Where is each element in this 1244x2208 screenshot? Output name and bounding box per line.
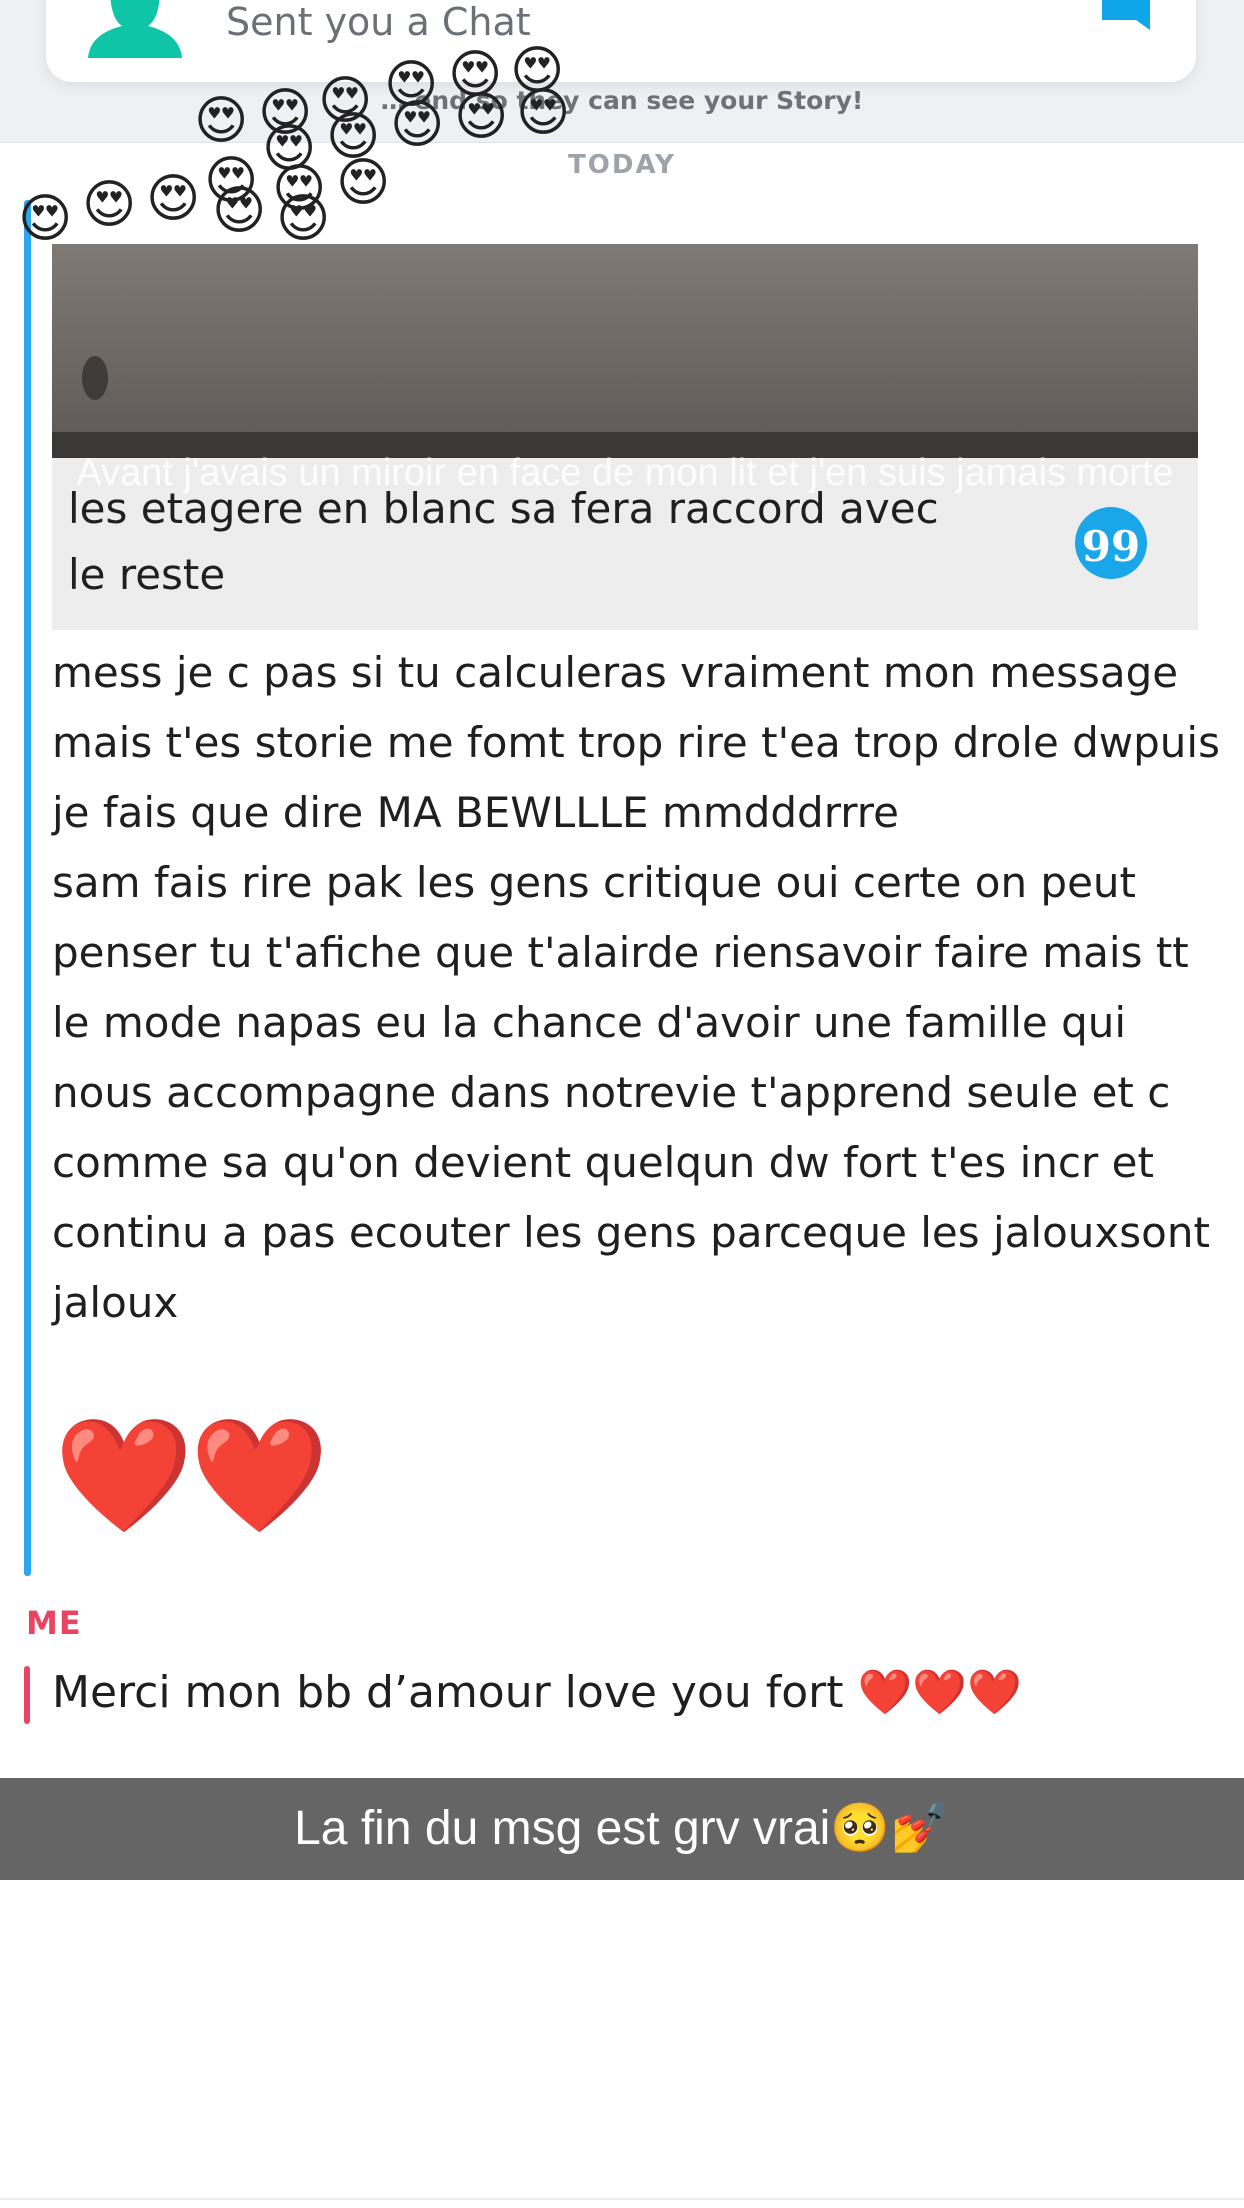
story-reply-text: les etagere en blanc sa fera raccord ave… xyxy=(68,484,939,599)
heart-eyes-emoji: 😍 xyxy=(146,169,201,229)
friend-message-bar xyxy=(24,200,31,1576)
chat-bubble-icon[interactable] xyxy=(1102,0,1150,30)
story-photo-object xyxy=(82,356,108,400)
story-share-banner[interactable]: … end so they can see your Story! xyxy=(0,86,1244,115)
my-chat-message[interactable]: Merci mon bb d’amour love you fort ❤️❤️❤… xyxy=(52,1662,1022,1724)
friend-chat-message[interactable]: mess je c pas si tu calculeras vraiment … xyxy=(52,638,1232,1338)
overlay-caption-text: La fin du msg est grv vrai🥺💅 xyxy=(294,1802,950,1855)
hearts-emoji-message[interactable]: ❤️❤️ xyxy=(54,1420,329,1532)
overlay-caption-bar: La fin du msg est grv vrai🥺💅 xyxy=(0,1778,1244,1880)
heart-eyes-emoji: 😍 xyxy=(276,189,331,249)
quote-icon[interactable]: 99 xyxy=(1075,507,1147,579)
heart-eyes-emoji: 😍 xyxy=(212,181,267,241)
bottom-divider xyxy=(0,2198,1244,2200)
chat-notification[interactable]: Sent you a Chat xyxy=(46,0,1196,82)
date-divider: TODAY xyxy=(568,150,676,180)
story-reply-card[interactable]: Avant j'avais un miroir en face de mon l… xyxy=(52,244,1198,630)
ghost-avatar-icon xyxy=(88,0,182,58)
story-thumbnail[interactable] xyxy=(52,244,1198,458)
me-message-bar xyxy=(24,1666,30,1724)
heart-eyes-emoji: 😍 xyxy=(82,175,137,235)
notification-text: Sent you a Chat xyxy=(226,0,531,44)
me-sender-label: ME xyxy=(26,1604,82,1642)
